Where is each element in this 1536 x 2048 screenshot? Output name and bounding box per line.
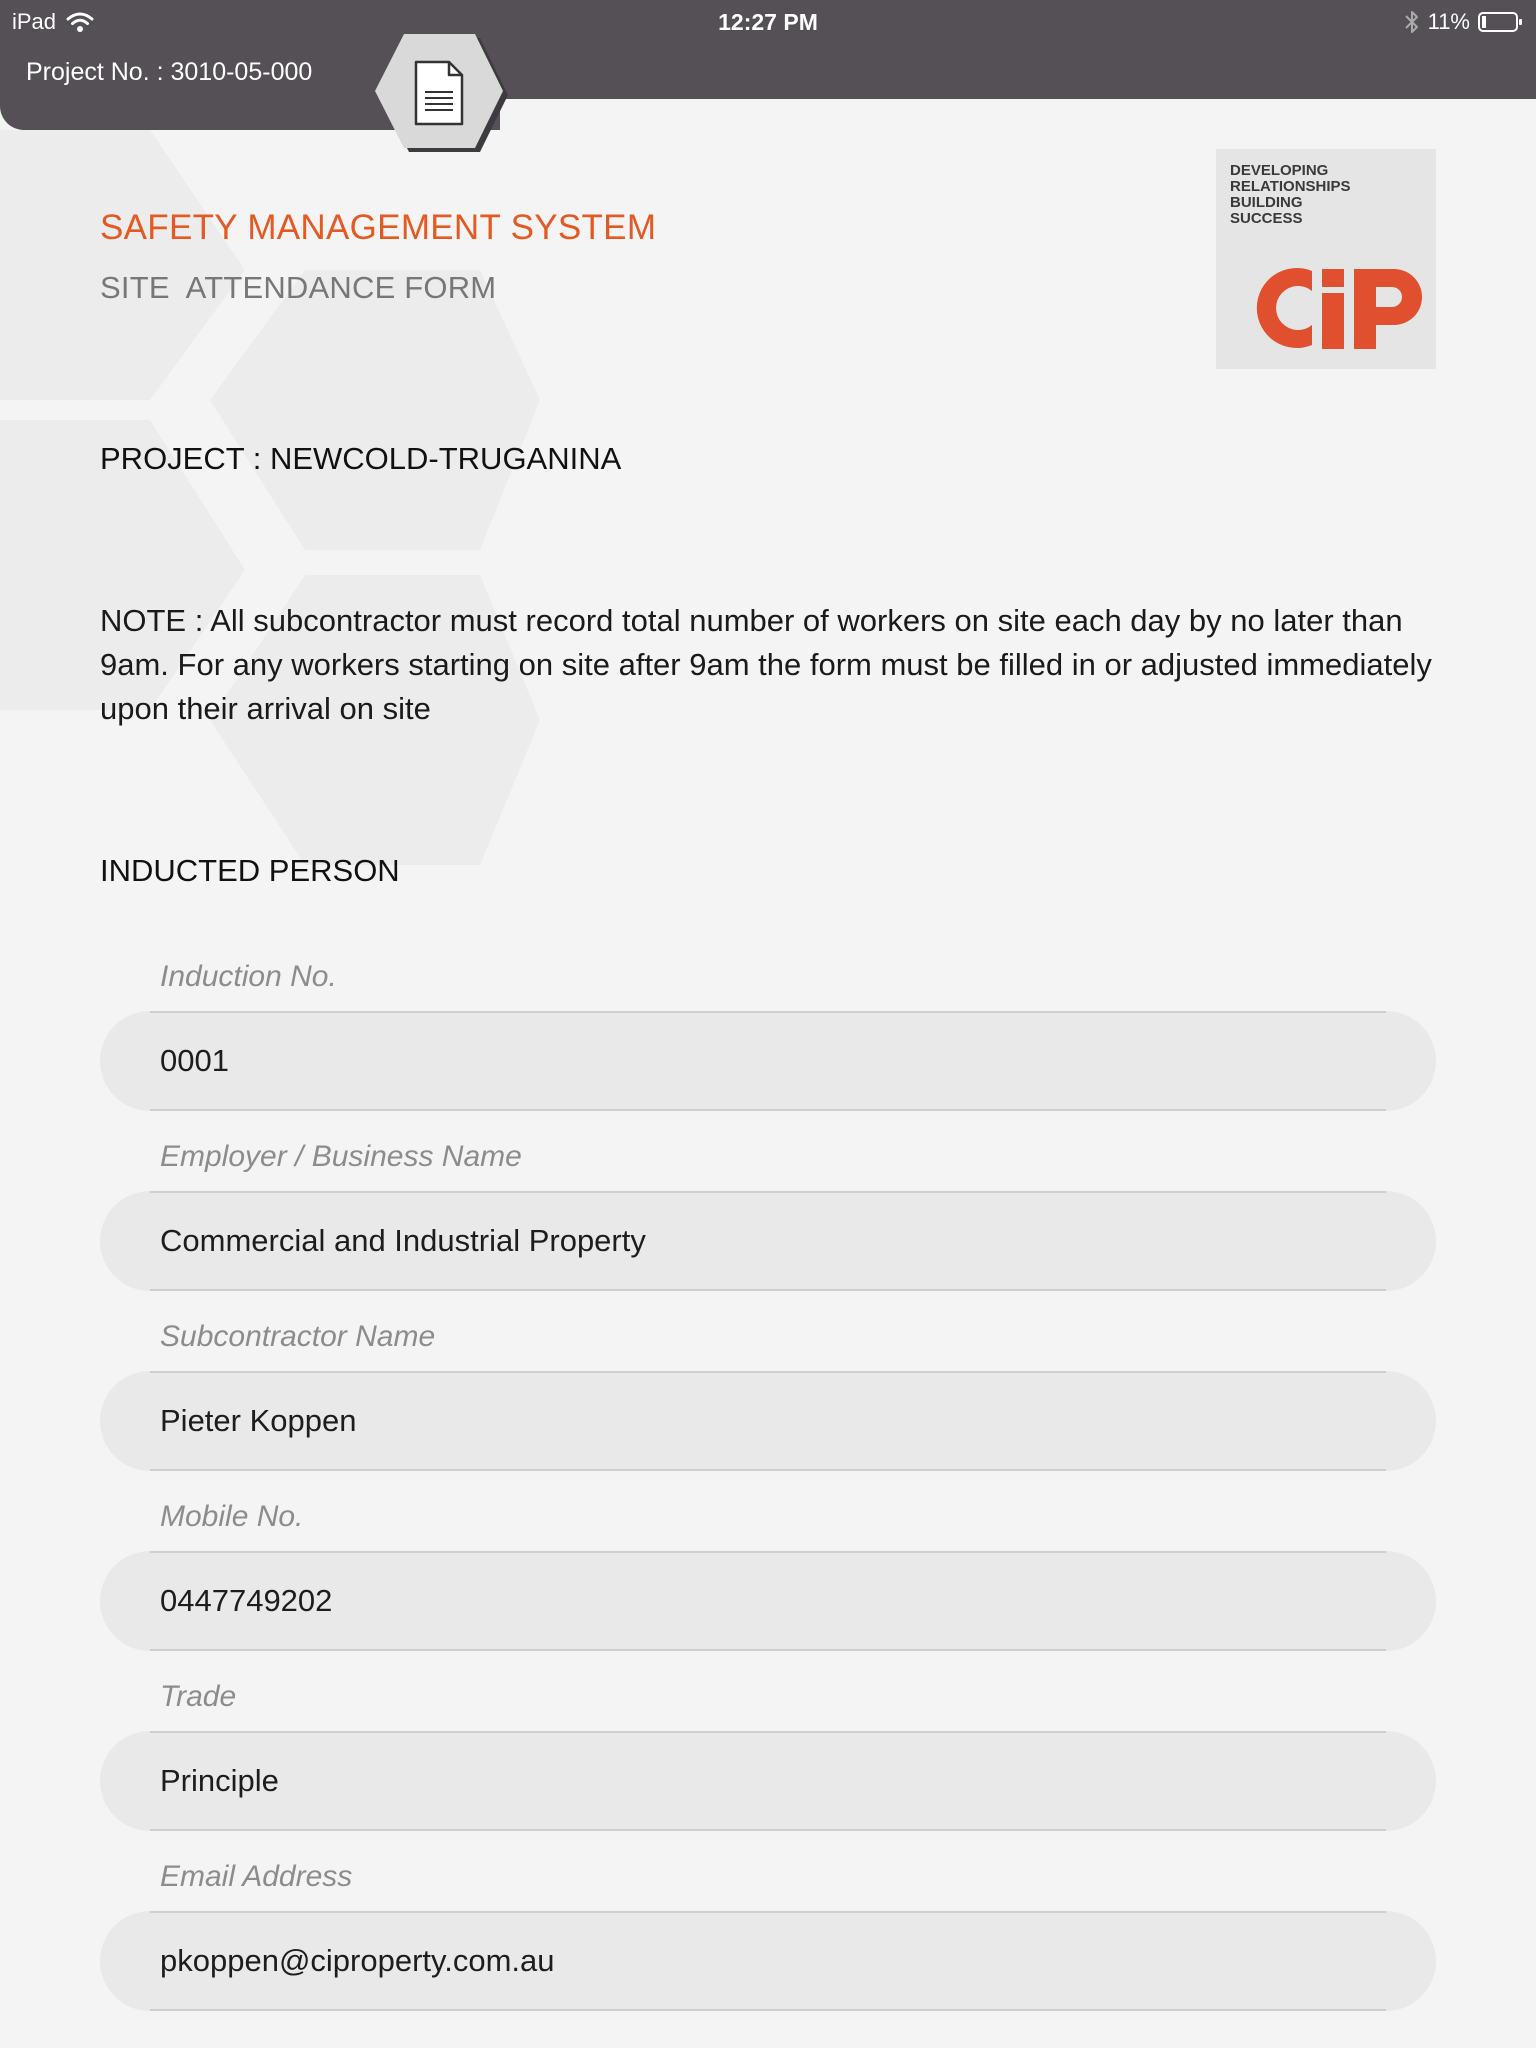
- employer-input[interactable]: Commercial and Industrial Property: [100, 1191, 1436, 1291]
- field-value: Principle: [160, 1763, 279, 1798]
- field-value: 0447749202: [160, 1583, 333, 1618]
- field-divider: [150, 1649, 1386, 1651]
- inducted-person-fields: Induction No. 0001 Employer / Business N…: [0, 940, 1536, 2020]
- field-divider: [150, 1829, 1386, 1831]
- mobile-no-input[interactable]: 0447749202: [100, 1551, 1436, 1651]
- cip-logo: DEVELOPING RELATIONSHIPS BUILDING SUCCES…: [1216, 149, 1436, 369]
- field-divider: [150, 1551, 1386, 1553]
- subcontractor-name-input[interactable]: Pieter Koppen: [100, 1371, 1436, 1471]
- battery-percent: 11%: [1427, 9, 1470, 34]
- field-label: Employer / Business Name: [160, 1140, 522, 1173]
- field-value: 0001: [160, 1043, 229, 1078]
- field-label: Mobile No.: [160, 1500, 304, 1533]
- trade-input[interactable]: Principle: [100, 1731, 1436, 1831]
- field-employer: Employer / Business Name Commercial and …: [0, 1120, 1536, 1300]
- field-mobile-no: Mobile No. 0447749202: [0, 1480, 1536, 1660]
- email-address-input[interactable]: pkoppen@ciproperty.com.au: [100, 1911, 1436, 2011]
- field-divider: [150, 1469, 1386, 1471]
- induction-no-input[interactable]: 0001: [100, 1011, 1436, 1111]
- field-divider: [150, 1109, 1386, 1111]
- attendance-note: NOTE : All subcontractor must record tot…: [100, 603, 1432, 726]
- field-email-address: Email Address pkoppen@ciproperty.com.au: [0, 1840, 1536, 2020]
- project-name: PROJECT : NEWCOLD-TRUGANINA: [100, 441, 622, 476]
- field-induction-no: Induction No. 0001: [0, 940, 1536, 1120]
- field-divider: [150, 2009, 1386, 2011]
- section-heading-inducted-person: INDUCTED PERSON: [100, 853, 400, 888]
- cip-logo-mark: [1256, 268, 1422, 349]
- field-value: Pieter Koppen: [160, 1403, 357, 1438]
- field-value: Commercial and Industrial Property: [160, 1223, 646, 1258]
- status-time: 12:27 PM: [718, 9, 818, 35]
- document-icon: [414, 60, 464, 126]
- battery-icon: [1478, 12, 1522, 32]
- field-value: pkoppen@ciproperty.com.au: [160, 1943, 555, 1978]
- logo-tagline: DEVELOPING RELATIONSHIPS BUILDING SUCCES…: [1230, 162, 1351, 227]
- field-label: Trade: [160, 1680, 237, 1713]
- document-menu-button[interactable]: [374, 34, 514, 156]
- field-trade: Trade Principle: [0, 1660, 1536, 1840]
- field-label: Subcontractor Name: [160, 1320, 436, 1353]
- form-title: SAFETY MANAGEMENT SYSTEM: [100, 208, 657, 247]
- field-divider: [150, 1289, 1386, 1291]
- field-divider: [150, 1011, 1386, 1013]
- field-label: Induction No.: [160, 960, 337, 993]
- site-attendance-page: iPad 12:27 PM 11% Project No. : 3010-05-…: [0, 0, 1536, 2048]
- field-label: Email Address: [160, 1860, 353, 1893]
- field-divider: [150, 1731, 1386, 1733]
- form-subtitle: SITE ATTENDANCE FORM: [100, 270, 497, 305]
- bluetooth-icon: [1404, 11, 1418, 33]
- project-number: Project No. : 3010-05-000: [26, 58, 313, 86]
- status-bar-right: 11%: [1404, 5, 1524, 39]
- field-subcontractor-name: Subcontractor Name Pieter Koppen: [0, 1300, 1536, 1480]
